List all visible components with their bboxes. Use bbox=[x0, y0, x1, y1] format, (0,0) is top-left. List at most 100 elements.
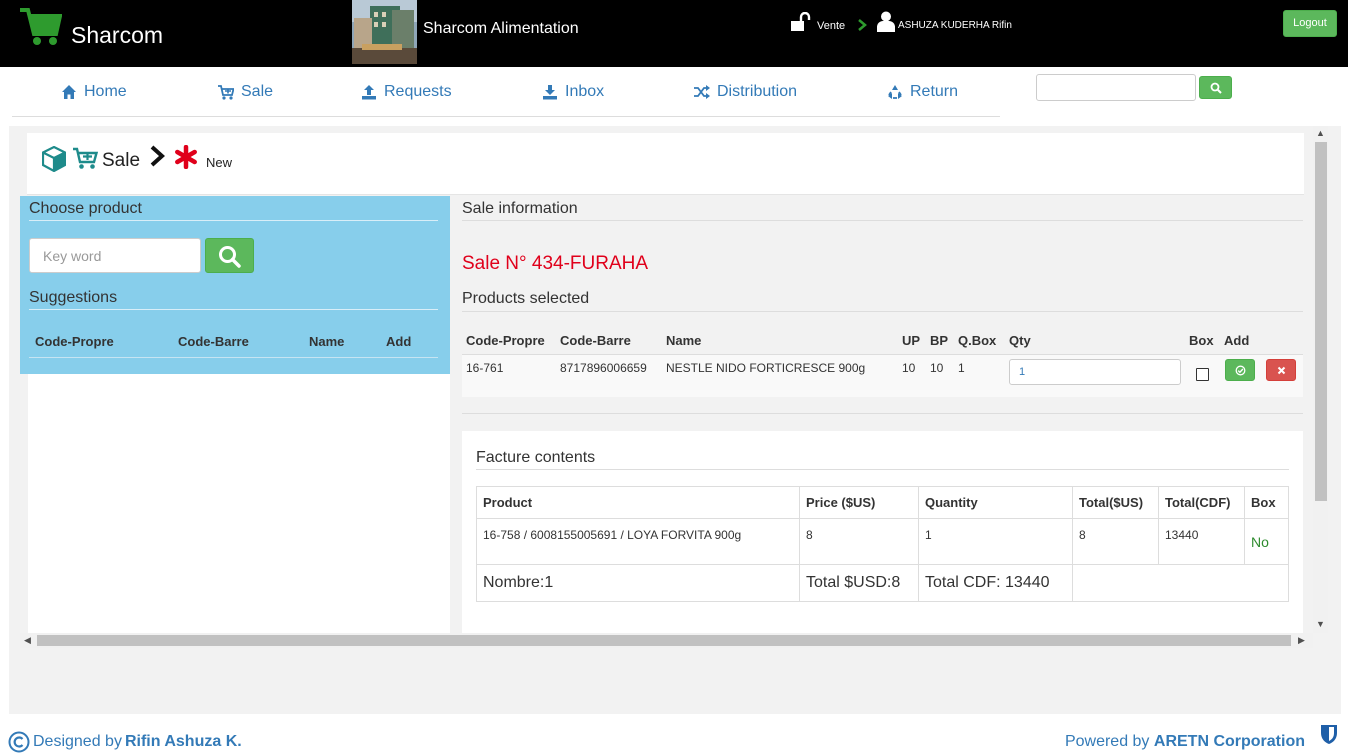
nav-sale-label: Sale bbox=[241, 83, 274, 100]
fc-box-cell: No bbox=[1244, 518, 1289, 565]
summary-row: Nombre:1 Total $USD:8 Total CDF: 13440 bbox=[476, 564, 1289, 602]
divider bbox=[29, 309, 438, 310]
box-checkbox[interactable] bbox=[1196, 368, 1209, 381]
store-name: Sharcom Alimentation bbox=[423, 20, 579, 37]
nav-requests-label: Requests bbox=[384, 83, 452, 100]
nav-distribution[interactable]: Distribution bbox=[694, 83, 797, 101]
row-code-barre: 8717896006659 bbox=[560, 361, 647, 375]
cart-icon bbox=[73, 147, 98, 169]
check-circle-icon bbox=[1235, 365, 1246, 376]
scroll-left-arrow[interactable]: ◀ bbox=[24, 636, 31, 645]
search-icon bbox=[1210, 82, 1222, 94]
qty-input[interactable]: 1 bbox=[1009, 359, 1181, 385]
ps-col-code-barre: Code-Barre bbox=[560, 333, 631, 348]
nav-requests[interactable]: Requests bbox=[361, 83, 452, 101]
copyright-icon bbox=[8, 731, 30, 753]
divider bbox=[29, 220, 438, 221]
footer-powered-prefix: Powered by bbox=[1064, 733, 1150, 750]
products-selected-title: Products selected bbox=[462, 290, 590, 307]
logout-button[interactable]: Logout bbox=[1283, 10, 1337, 37]
facture-table: Product Price ($US) Quantity Total($US) … bbox=[476, 486, 1289, 602]
sugg-col-name: Name bbox=[309, 334, 345, 349]
choose-product-title: Choose product bbox=[29, 200, 142, 217]
remove-button[interactable] bbox=[1266, 359, 1296, 381]
divider bbox=[462, 413, 1303, 414]
footer-designed: Designed by Rifin Ashuza K. bbox=[8, 731, 242, 753]
asterisk-icon bbox=[175, 145, 197, 169]
cart-icon bbox=[218, 85, 234, 100]
recycle-icon bbox=[888, 85, 902, 99]
summary-empty bbox=[1072, 564, 1289, 602]
divider bbox=[462, 220, 1303, 221]
divider bbox=[476, 469, 1289, 470]
row-bp: 10 bbox=[930, 361, 944, 375]
top-search-input[interactable] bbox=[1036, 74, 1196, 101]
nav-home-label: Home bbox=[84, 83, 127, 100]
footer-company[interactable]: ARETN Corporation bbox=[1154, 733, 1305, 750]
breadcrumb-new: New bbox=[206, 155, 233, 170]
sugg-col-add: Add bbox=[386, 334, 412, 349]
suggestions-title: Suggestions bbox=[29, 289, 118, 306]
keyword-search-button[interactable] bbox=[205, 238, 254, 273]
download-icon bbox=[543, 85, 557, 100]
ps-col-add: Add bbox=[1224, 333, 1250, 348]
unlock-icon bbox=[791, 12, 811, 31]
main-nav bbox=[12, 67, 1000, 117]
ps-col-qty: Qty bbox=[1009, 333, 1031, 348]
ps-col-qbox: Q.Box bbox=[958, 333, 997, 348]
ps-col-box: Box bbox=[1189, 333, 1214, 348]
nav-inbox-label: Inbox bbox=[565, 83, 605, 100]
shield-icon bbox=[1321, 725, 1337, 744]
confirm-add-button[interactable] bbox=[1225, 359, 1255, 381]
footer-designer[interactable]: Rifin Ashuza K. bbox=[125, 733, 242, 751]
fc-box: No bbox=[1251, 534, 1269, 550]
nav-home[interactable]: Home bbox=[61, 83, 127, 101]
close-icon bbox=[1277, 366, 1286, 375]
ps-col-code-propre: Code-Propre bbox=[466, 333, 545, 348]
chevron-right-icon bbox=[150, 145, 165, 167]
horizontal-scroll-thumb[interactable] bbox=[37, 635, 1291, 646]
scroll-down-arrow[interactable]: ▼ bbox=[1316, 620, 1325, 629]
ps-col-up: UP bbox=[902, 333, 921, 348]
row-up: 10 bbox=[902, 361, 916, 375]
fc-total-cdf: 13440 bbox=[1158, 518, 1245, 565]
fc-product: 16-758 / 6008155005691 / LOYA FORVITA 90… bbox=[476, 518, 800, 565]
user-name[interactable]: ASHUZA KUDERHA Rifin bbox=[898, 20, 1012, 31]
footer-powered: Powered by ARETN Corporation bbox=[1065, 733, 1305, 751]
nav-distribution-label: Distribution bbox=[717, 83, 798, 100]
shuffle-icon bbox=[694, 85, 710, 99]
cart-logo-icon bbox=[20, 8, 62, 45]
vertical-scroll-thumb[interactable] bbox=[1315, 142, 1327, 501]
mode-label: Vente bbox=[817, 20, 846, 32]
search-icon bbox=[219, 246, 241, 268]
sale-info-title: Sale information bbox=[462, 200, 578, 217]
fc-total-usd: 8 bbox=[1072, 518, 1159, 565]
fc-col-price: Price ($US) bbox=[799, 486, 919, 519]
table-row: 16-758 / 6008155005691 / LOYA FORVITA 90… bbox=[476, 518, 1289, 565]
divider bbox=[462, 311, 1303, 312]
summary-total-usd: Total $USD:8 bbox=[799, 564, 919, 602]
row-qbox: 1 bbox=[958, 361, 965, 375]
brand-name[interactable]: Sharcom bbox=[71, 22, 163, 49]
nav-return[interactable]: Return bbox=[887, 83, 958, 101]
top-search-button[interactable] bbox=[1199, 76, 1232, 99]
fc-col-quantity: Quantity bbox=[918, 486, 1073, 519]
divider bbox=[29, 357, 438, 358]
sugg-col-code-propre: Code-Propre bbox=[35, 334, 114, 349]
page-title: Sale bbox=[102, 150, 141, 171]
nav-sale[interactable]: Sale bbox=[218, 83, 273, 101]
keyword-input[interactable]: Key word bbox=[29, 238, 201, 273]
fc-price: 8 bbox=[799, 518, 919, 565]
nav-inbox[interactable]: Inbox bbox=[542, 83, 604, 101]
user-icon bbox=[877, 11, 895, 32]
scroll-right-arrow[interactable]: ▶ bbox=[1298, 636, 1305, 645]
store-photo bbox=[352, 0, 417, 64]
scroll-up-arrow[interactable]: ▲ bbox=[1316, 129, 1325, 138]
fc-quantity: 1 bbox=[918, 518, 1073, 565]
chevron-right-icon bbox=[858, 19, 867, 31]
fc-col-total-cdf: Total(CDF) bbox=[1158, 486, 1245, 519]
footer-designed-prefix: Designed by bbox=[33, 733, 122, 750]
fc-col-product: Product bbox=[476, 486, 800, 519]
table-header-row: Product Price ($US) Quantity Total($US) … bbox=[476, 486, 1289, 519]
nav-return-label: Return bbox=[910, 83, 959, 100]
